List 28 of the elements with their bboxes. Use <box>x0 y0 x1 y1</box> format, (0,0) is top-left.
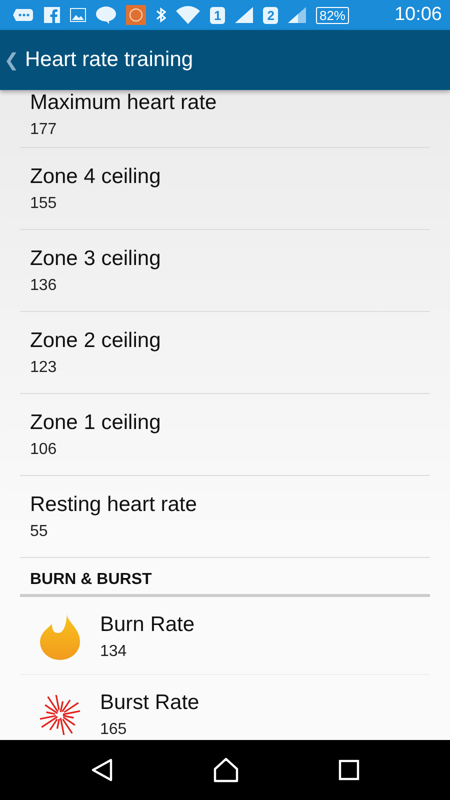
setting-item[interactable]: Zone 2 ceiling 123 <box>20 312 430 394</box>
setting-item[interactable]: Zone 4 ceiling 155 <box>20 148 430 230</box>
screen-title: Heart rate training <box>25 48 194 72</box>
back-icon[interactable]: ❮ <box>4 49 19 71</box>
wifi-icon <box>176 6 200 24</box>
setting-item[interactable]: Resting heart rate 55 <box>20 476 430 558</box>
burst-icon <box>40 694 80 734</box>
sim-badge: 1 <box>210 6 226 24</box>
chat-icon <box>12 7 34 23</box>
home-button[interactable] <box>212 757 239 783</box>
sim-badge: 2 <box>263 6 278 24</box>
flame-icon <box>40 614 80 660</box>
section-heading: BURN & BURST <box>20 558 430 597</box>
facebook-icon <box>44 7 60 23</box>
signal-icon <box>235 7 254 23</box>
recents-button[interactable] <box>338 759 360 781</box>
image-icon <box>70 8 86 22</box>
speech-bubble-icon <box>96 6 116 24</box>
rate-item[interactable]: Burn Rate 134 <box>20 597 430 675</box>
clock: 10:06 <box>394 4 442 26</box>
app-icon <box>126 5 146 25</box>
signal-icon <box>288 7 306 23</box>
bluetooth-icon <box>156 7 166 23</box>
setting-item[interactable]: Zone 1 ceiling 106 <box>20 394 430 476</box>
battery-level: 82% <box>316 6 348 24</box>
setting-item[interactable]: Zone 3 ceiling 136 <box>20 230 430 312</box>
back-button[interactable] <box>90 758 114 782</box>
setting-item[interactable]: Maximum heart rate 177 <box>20 90 430 148</box>
